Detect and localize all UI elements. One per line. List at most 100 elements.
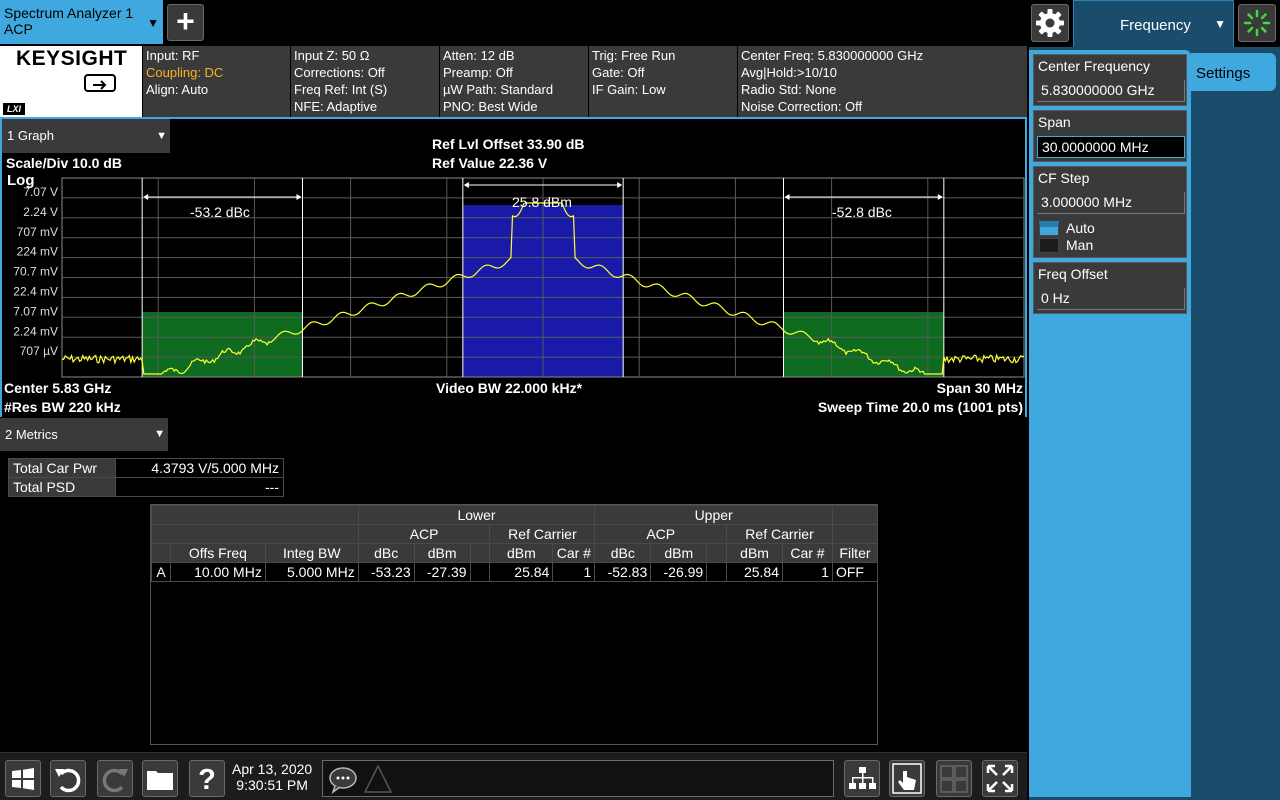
gear-icon: [1036, 9, 1064, 37]
layout-button[interactable]: [936, 760, 972, 797]
cf-step-control[interactable]: CF Step 3.000000 MHz Auto Man: [1033, 166, 1187, 258]
redo-button[interactable]: [97, 760, 133, 797]
file-button[interactable]: [142, 760, 178, 797]
upper-acp-annotation: -52.8 dBc: [832, 204, 892, 220]
measurement-settings[interactable]: Center Freq: 5.830000000 GHz Avg|Hold:>1…: [738, 46, 1027, 117]
frequency-menu-button[interactable]: Frequency ▼: [1073, 0, 1234, 47]
center-frequency-control[interactable]: Center Frequency 5.830000000 GHz: [1033, 54, 1187, 106]
lower-adjacent-band: [142, 312, 303, 377]
total-power-table: Total Car Pwr 4.3793 V/5.000 MHz Total P…: [8, 458, 284, 497]
integ-bw-cell: 5.000 MHz: [264, 562, 359, 582]
offs-freq-cell: 10.00 MHz: [169, 562, 266, 582]
y-tick-label: 7.07 mV: [13, 304, 58, 318]
input-settings[interactable]: Input: RF Coupling: DC Align: Auto: [143, 46, 290, 117]
coupling-label: Coupling: DC: [146, 65, 224, 80]
lower-car-cell: 1: [552, 562, 596, 582]
frequency-panel: Center Frequency 5.830000000 GHz Span 30…: [1029, 47, 1280, 800]
col-upper-car: Car #: [782, 543, 833, 563]
folder-icon: [147, 771, 173, 790]
analyzer-tab-mode: ACP: [4, 21, 33, 37]
total-car-pwr-label: Total Car Pwr: [8, 458, 116, 478]
time-label: 9:30:51 PM: [236, 777, 308, 793]
atten-label: Atten: 12 dB: [443, 48, 515, 63]
freq-offset-value[interactable]: 0 Hz: [1037, 288, 1185, 310]
plus-icon: +: [176, 3, 195, 39]
windows-icon: [12, 768, 34, 790]
span-value[interactable]: 30.0000000 MHz: [1037, 136, 1185, 158]
multi-screen-button[interactable]: [844, 760, 880, 797]
ref-value: Ref Value 22.36 V: [432, 155, 548, 171]
message-icon: [329, 767, 357, 794]
y-tick-label: 707 mV: [17, 225, 58, 239]
col-integ-bw: Integ BW: [264, 543, 359, 563]
lower-acp-annotation: -53.2 dBc: [190, 204, 250, 220]
lower-ref-dbm-cell: 25.84: [489, 562, 554, 582]
if-gain-label: IF Gain: Low: [592, 82, 666, 97]
span-control[interactable]: Span 30.0000000 MHz: [1033, 110, 1187, 162]
upper-acp-header: ACP: [594, 524, 728, 544]
undo-button[interactable]: [50, 760, 86, 797]
expand-icon: [986, 764, 1014, 793]
cf-step-man-option[interactable]: Man: [1037, 237, 1185, 254]
brand-area: KEYSIGHT LXI: [0, 46, 142, 117]
freq-offset-control[interactable]: Freq Offset 0 Hz: [1033, 262, 1187, 314]
brand-logo: KEYSIGHT: [16, 47, 128, 70]
settings-tab[interactable]: Settings: [1191, 53, 1276, 91]
center-frequency-value[interactable]: 5.830000000 GHz: [1037, 80, 1185, 102]
table-row: A 10.00 MHz 5.000 MHz -53.23 -27.39 25.8…: [151, 562, 879, 582]
add-screen-button[interactable]: +: [167, 4, 204, 41]
y-tick-label: 70.7 mV: [13, 265, 58, 279]
upper-car-cell: 1: [782, 562, 833, 582]
redo-icon: [102, 768, 128, 793]
warning-icon: [363, 764, 393, 793]
col-lower-dbm: dBm: [413, 543, 471, 563]
upper-group-header: Upper: [594, 505, 833, 525]
sweep-time: Sweep Time 20.0 ms: [817, 399, 954, 415]
avg-hold-label: Avg|Hold:>10/10: [741, 65, 838, 80]
cf-step-auto-option[interactable]: Auto: [1037, 220, 1185, 237]
trigger-settings[interactable]: Trig: Free Run Gate: Off IF Gain: Low: [589, 46, 737, 117]
cf-step-value[interactable]: 3.000000 MHz: [1037, 192, 1185, 214]
col-lower-dbc: dBc: [357, 543, 415, 563]
man-label: Man: [1066, 237, 1094, 253]
graph-window[interactable]: 1 Graph ▼ 7.07 V 2.24 V 707 mV 224 mV 70.7 m…: [0, 117, 1027, 417]
analyzer-tab[interactable]: Spectrum Analyzer 1 ACP ▼: [0, 0, 163, 44]
date-label: Apr 13, 2020: [232, 761, 313, 777]
upper-dbc-cell: -52.83: [594, 562, 652, 582]
upper-adjacent-band: [783, 312, 944, 377]
local-control-icon[interactable]: [84, 74, 116, 96]
grid-layout-icon: [940, 765, 968, 793]
system-settings-button[interactable]: [1031, 4, 1069, 42]
spinner-icon: [1243, 9, 1271, 37]
tree-icon: [849, 767, 876, 789]
pno-label: PNO: Best Wide: [443, 99, 538, 114]
preamp-label: Preamp: Off: [443, 65, 513, 80]
y-tick-label: 22.4 mV: [13, 285, 58, 299]
atten-settings[interactable]: Atten: 12 dB Preamp: Off µW Path: Standa…: [440, 46, 588, 117]
center-freq-readout: Center 5.83 GHz: [4, 380, 112, 396]
freq-offset-label: Freq Offset: [1038, 266, 1108, 282]
ref-level-offset: Ref Lvl Offset 33.90 dB: [432, 136, 585, 152]
help-button[interactable]: ?: [189, 760, 225, 797]
metrics-view-select[interactable]: 2 Metrics ▼: [0, 418, 168, 451]
message-bar[interactable]: [322, 760, 834, 797]
total-psd-label: Total PSD: [8, 477, 116, 497]
windows-start-button[interactable]: [5, 760, 41, 797]
align-label: Align: Auto: [146, 82, 209, 97]
cf-step-label: CF Step: [1038, 170, 1090, 186]
chevron-down-icon: ▼: [1214, 17, 1226, 31]
full-screen-button[interactable]: [982, 760, 1018, 797]
lower-acp-header: ACP: [357, 524, 491, 544]
col-upper-dbm: dBm: [650, 543, 708, 563]
analyzer-tab-title: Spectrum Analyzer 1: [4, 5, 134, 21]
freq-ref-label: Freq Ref: Int (S): [294, 82, 388, 97]
input-z-settings[interactable]: Input Z: 50 Ω Corrections: Off Freq Ref:…: [291, 46, 439, 117]
chevron-down-icon: ▼: [147, 16, 159, 30]
y-tick-label: 2.24 V: [23, 205, 58, 219]
lower-ref-header: Ref Carrier: [489, 524, 596, 544]
input-label: Input: RF: [146, 48, 200, 63]
svg-text:?: ?: [198, 764, 216, 796]
y-tick-label: 2.24 mV: [13, 324, 58, 338]
row-id: A: [151, 562, 171, 582]
touch-toggle-button[interactable]: [889, 760, 925, 797]
